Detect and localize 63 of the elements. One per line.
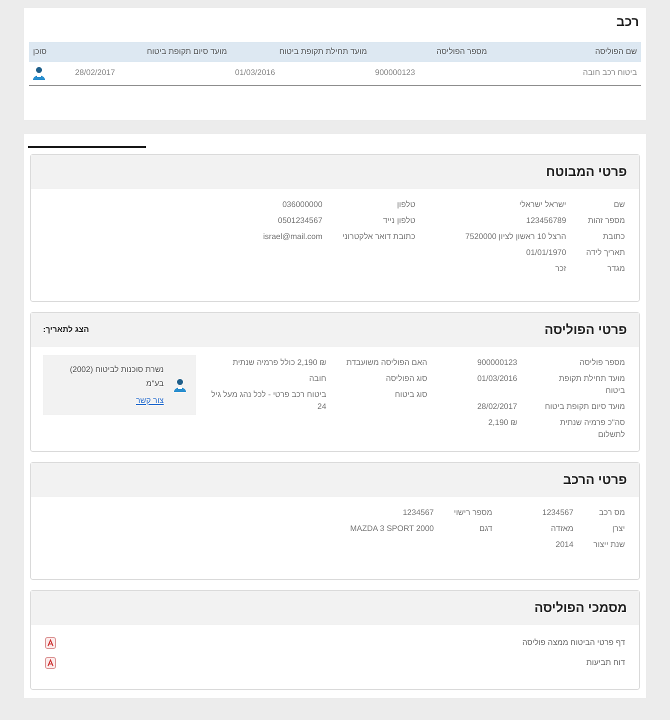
- field-label: מספר רישוי: [454, 507, 492, 519]
- field-label: טלפון: [396, 199, 416, 211]
- section-title: פרטי הרכב: [563, 471, 627, 490]
- field-value: מאזדה: [550, 523, 574, 535]
- field-value: 0501234567: [276, 215, 322, 227]
- field-value: ₪ 2,190 כולל פרמיה שנתית: [232, 357, 326, 369]
- field-label: סוג ביטוח: [394, 389, 428, 401]
- field-label: יצרן: [611, 523, 625, 535]
- document-link[interactable]: דוח תביעות: [586, 657, 625, 669]
- field-value: 036000000: [281, 199, 322, 211]
- field-label: מס רכב: [598, 507, 625, 519]
- field-label: מועד סיום תקופת ביטוח: [544, 401, 625, 413]
- column-header: סוכן: [32, 46, 48, 58]
- field-label: מספר פוליסה: [578, 357, 625, 369]
- field-value: הרצל 10 ראשון לציון 7520000: [465, 231, 566, 243]
- table-cell-text: ביטוח רכב חובה: [582, 67, 638, 79]
- field-value: 28/02/2017: [477, 401, 518, 413]
- field-label: האם הפוליסה משועבדת: [346, 357, 428, 369]
- column-header: מספר הפוליסה: [436, 46, 488, 58]
- column-header: מועד סיום תקופת ביטוח: [146, 46, 228, 58]
- section-title: פרטי הפוליסה: [544, 321, 627, 340]
- table-title: רכב: [615, 13, 640, 31]
- field-label: כתובת דואר אלקטרוני: [342, 231, 416, 243]
- field-value: ישראל ישראלי: [518, 199, 566, 211]
- field-value: ביטוח רכב פרטי - לכל נהג מעל גיל 24: [210, 389, 326, 413]
- section-title: פרטי המבוטח: [546, 163, 627, 182]
- field-label: תאריך לידה: [586, 247, 625, 259]
- document-link[interactable]: דף פרטי הביטוח ממצה פוליסה: [522, 637, 625, 649]
- person-icon: [33, 66, 45, 80]
- agent-name: נשרת סוכנות לביטוח (2002) בע"מ: [68, 364, 164, 390]
- field-value: 900000123: [477, 357, 518, 369]
- table-cell-text: 28/02/2017: [74, 67, 116, 79]
- field-label: מספר זהות: [586, 215, 625, 227]
- field-value: 1234567: [542, 507, 574, 519]
- table-cell-text: 900000123: [374, 67, 416, 79]
- field-label: דגם: [478, 523, 492, 535]
- date-filter-label: הצג לתאריך:: [43, 324, 90, 336]
- field-value: 123456789: [525, 215, 566, 227]
- field-label: טלפון נייד: [382, 215, 416, 227]
- field-value: israel@mail.com: [263, 231, 322, 243]
- column-header: מועד תחילת תקופת ביטוח: [278, 46, 368, 58]
- field-value: MAZDA 3 SPORT 2000: [350, 523, 434, 535]
- person-icon: [174, 378, 186, 392]
- field-value: 2014: [554, 539, 574, 551]
- pdf-icon[interactable]: [45, 657, 56, 669]
- field-value: 01/01/1970: [525, 247, 566, 259]
- field-label: מועד תחילת תקופת ביטוח: [558, 373, 625, 397]
- section-title: מסמכי הפוליסה: [534, 599, 627, 618]
- column-header: שם הפוליסה: [594, 46, 638, 58]
- field-label: שם: [612, 199, 625, 211]
- field-label: מגדר: [606, 263, 625, 275]
- field-value: 01/03/2016: [477, 373, 518, 385]
- field-label: סוג הפוליסה: [384, 373, 428, 385]
- field-value: ₪ 2,190: [487, 417, 518, 429]
- field-value: חובה: [308, 373, 326, 385]
- field-label: כתובת: [602, 231, 625, 243]
- table-cell-text: 01/03/2016: [234, 67, 276, 79]
- contact-link[interactable]: צור קשר: [51, 395, 164, 407]
- field-label: שנת ייצור: [593, 539, 625, 551]
- field-value: זכר: [554, 263, 566, 275]
- field-value: 1234567: [402, 507, 434, 519]
- pdf-icon[interactable]: [45, 637, 56, 649]
- field-label: סה"כ פרמיה שנתית לתשלום: [558, 417, 625, 441]
